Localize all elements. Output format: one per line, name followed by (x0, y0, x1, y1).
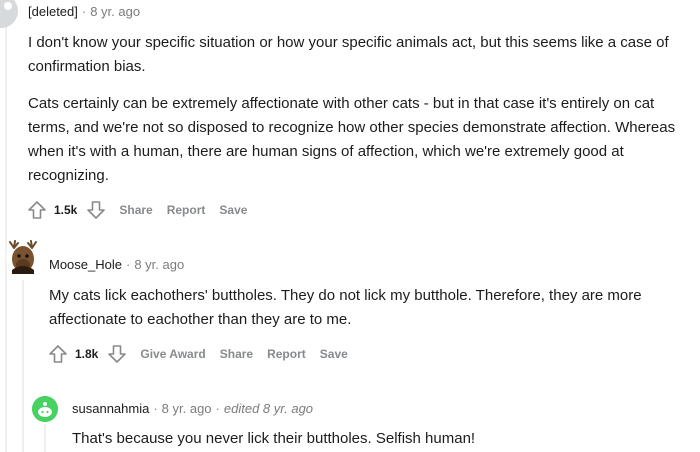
comment-meta: Moose_Hole · 8 yr. ago (49, 257, 184, 272)
upvote-arrow-icon[interactable] (26, 199, 48, 221)
give-award-button[interactable]: Give Award (140, 347, 205, 361)
separator: · (215, 401, 220, 416)
comment-action-bar: 1.5k Share Report Save (26, 196, 247, 224)
vote-count: 1.5k (54, 203, 78, 217)
separator: · (126, 257, 131, 272)
comment-author[interactable]: Moose_Hole (49, 257, 122, 272)
comment-meta: susannahmia · 8 yr. ago · edited 8 yr. ago (72, 401, 313, 416)
avatar[interactable] (6, 240, 40, 274)
share-button[interactable]: Share (220, 347, 253, 361)
comment-author[interactable]: susannahmia (72, 401, 149, 416)
upvote-arrow-icon[interactable] (47, 343, 69, 365)
comment-action-bar: 1.8k Give Award Share Report Save (47, 340, 348, 368)
downvote-arrow-icon[interactable] (106, 343, 128, 365)
comment-meta: [deleted] · 8 yr. ago (28, 4, 140, 19)
edited-label: edited 8 yr. ago (223, 401, 314, 416)
save-button[interactable]: Save (320, 347, 348, 361)
separator: · (153, 401, 158, 416)
separator: · (81, 4, 87, 19)
comment-timestamp[interactable]: 8 yr. ago (162, 401, 212, 416)
save-button[interactable]: Save (219, 203, 247, 217)
report-button[interactable]: Report (167, 203, 206, 217)
comment-paragraph: That's because you never lick their butt… (72, 430, 476, 447)
comment-paragraph: Cats certainly can be extremely affectio… (28, 95, 676, 184)
comment-timestamp[interactable]: 8 yr. ago (90, 4, 140, 19)
comment-author[interactable]: [deleted] (28, 4, 78, 19)
comment-paragraph: I don't know your specific situation or … (28, 34, 669, 75)
downvote-arrow-icon[interactable] (85, 199, 107, 221)
thread-line-nested[interactable] (22, 280, 24, 452)
comment-timestamp[interactable]: 8 yr. ago (134, 257, 184, 272)
avatar[interactable] (0, 0, 18, 28)
share-button[interactable]: Share (119, 203, 152, 217)
avatar[interactable] (32, 396, 58, 422)
report-button[interactable]: Report (267, 347, 306, 361)
thread-line-reply[interactable] (44, 424, 46, 452)
comment-paragraph: My cats lick eachothers' buttholes. They… (49, 287, 642, 328)
thread-line[interactable] (5, 0, 7, 452)
vote-count: 1.8k (75, 347, 99, 361)
